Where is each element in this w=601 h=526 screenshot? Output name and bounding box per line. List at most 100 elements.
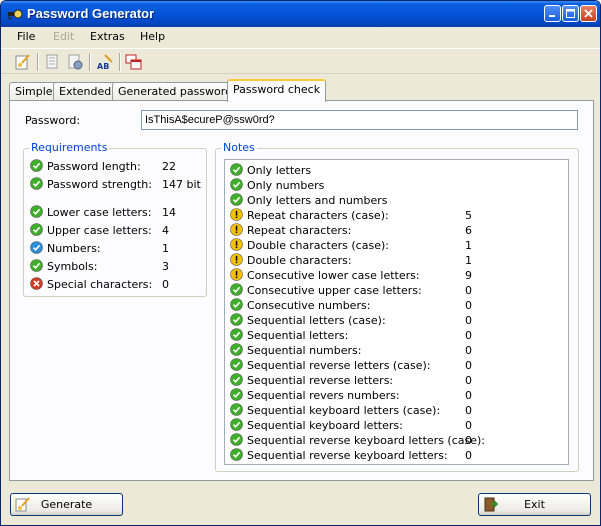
note-label: Sequential reverse letters:	[247, 374, 394, 387]
check-icon	[230, 313, 243, 326]
tab-label: Extended	[59, 85, 112, 98]
requirement-label: Lower case letters:	[47, 206, 152, 219]
toolbar-separator	[89, 53, 90, 71]
tab-label: Generated passwords	[118, 85, 238, 98]
check-icon	[230, 343, 243, 356]
check-icon	[30, 159, 43, 172]
settings-tool-icon[interactable]	[66, 53, 84, 71]
notes-title: Notes	[221, 141, 257, 154]
note-label: Sequential letters (case):	[247, 314, 386, 327]
requirement-value: 0	[162, 278, 169, 291]
requirement-value: 1	[162, 242, 169, 255]
check-icon	[30, 205, 43, 218]
requirement-label: Upper case letters:	[47, 224, 152, 237]
requirement-label: Password length:	[47, 160, 141, 173]
check-icon	[230, 328, 243, 341]
requirement-value: 22	[162, 160, 176, 173]
notes-group: Notes Only letters Only numbers Only lette…	[215, 141, 579, 472]
tab-extended[interactable]: Extended	[53, 82, 118, 101]
password-label: Password:	[25, 114, 81, 127]
check-icon	[230, 283, 243, 296]
password-check-panel: Password: IsThisA$ecureP@ssw0rd? Require…	[9, 100, 594, 481]
font-tool-icon[interactable]: AB	[96, 53, 114, 71]
check-icon	[30, 177, 43, 190]
tab-label: Simple	[15, 85, 53, 98]
check-icon	[230, 298, 243, 311]
close-button[interactable]	[580, 5, 597, 22]
menu-extras[interactable]: Extras	[90, 30, 125, 43]
check-icon	[230, 448, 243, 461]
warning-icon	[230, 238, 243, 251]
check-icon	[230, 418, 243, 431]
requirement-value: 14	[162, 206, 176, 219]
check-icon	[230, 163, 243, 176]
check-icon	[30, 259, 43, 272]
note-label: Repeat characters:	[247, 224, 352, 237]
generate-tool-icon[interactable]	[14, 53, 32, 71]
maximize-icon	[566, 9, 575, 18]
check-icon	[230, 388, 243, 401]
note-value: 1	[465, 239, 472, 252]
notes-list[interactable]: Only letters Only numbers Only letters and…	[224, 159, 569, 465]
note-value: 6	[465, 224, 472, 237]
generate-button[interactable]: Generate	[10, 493, 123, 516]
toolbar-separator	[119, 53, 120, 71]
requirement-label: Special characters:	[47, 278, 153, 291]
menu-file[interactable]: File	[17, 30, 35, 43]
check-icon	[30, 223, 43, 236]
generate-label: Generate	[40, 498, 93, 511]
requirements-title: Requirements	[29, 141, 110, 154]
tab-password-check[interactable]: Password check	[227, 79, 327, 102]
check-icon	[230, 433, 243, 446]
note-label: Sequential reverse keyboard letters (cas…	[247, 434, 486, 447]
note-value: 0	[465, 329, 472, 342]
menu-bar: File Edit Extras Help	[1, 27, 600, 47]
warning-icon	[230, 223, 243, 236]
requirements-group: Requirements Password length: 22 Password …	[23, 141, 207, 297]
tab-simple[interactable]: Simple	[9, 82, 59, 101]
password-input[interactable]: IsThisA$ecureP@ssw0rd?	[141, 110, 578, 130]
tab-generated-passwords[interactable]: Generated passwords	[112, 82, 244, 101]
svg-text:AB: AB	[97, 62, 109, 71]
close-icon	[584, 9, 593, 18]
title-bar[interactable]: Password Generator	[1, 1, 600, 27]
minimize-icon	[549, 15, 555, 17]
requirement-label: Symbols:	[47, 260, 98, 273]
check-icon	[230, 373, 243, 386]
note-label: Only letters	[247, 164, 312, 177]
copy-tool-icon[interactable]	[44, 53, 62, 71]
note-value: 5	[465, 209, 472, 222]
note-label: Sequential keyboard letters:	[247, 419, 403, 432]
note-label: Sequential revers numbers:	[247, 389, 400, 402]
note-value: 0	[465, 314, 472, 327]
menu-help[interactable]: Help	[140, 30, 165, 43]
warning-icon	[230, 208, 243, 221]
password-generator-window: Password Generator File Edit Extras Help	[0, 0, 601, 526]
note-label: Double characters (case):	[247, 239, 389, 252]
requirement-value: 4	[162, 224, 169, 237]
note-value: 0	[465, 449, 472, 462]
warning-icon	[230, 268, 243, 281]
note-value: 0	[465, 299, 472, 312]
requirement-label: Numbers:	[47, 242, 101, 255]
note-label: Repeat characters (case):	[247, 209, 389, 222]
toolbar: AB	[1, 48, 600, 74]
info-check-icon	[30, 241, 43, 254]
minimize-button[interactable]	[544, 5, 561, 22]
requirement-value: 147 bit	[162, 178, 201, 191]
note-value: 1	[465, 254, 472, 267]
maximize-button[interactable]	[562, 5, 579, 22]
menu-edit[interactable]: Edit	[53, 30, 74, 43]
note-value: 0	[465, 284, 472, 297]
note-label: Sequential reverse keyboard letters:	[247, 449, 448, 462]
windows-tool-icon[interactable]	[125, 53, 143, 71]
note-label: Double characters:	[247, 254, 352, 267]
note-value: 0	[465, 359, 472, 372]
exit-label: Exit	[524, 498, 545, 511]
exit-button[interactable]: Exit	[478, 493, 591, 516]
note-label: Only numbers	[247, 179, 325, 192]
note-label: Sequential numbers:	[247, 344, 362, 357]
tab-label: Password check	[233, 83, 321, 96]
check-icon	[230, 193, 243, 206]
note-label: Sequential keyboard letters (case):	[247, 404, 441, 417]
